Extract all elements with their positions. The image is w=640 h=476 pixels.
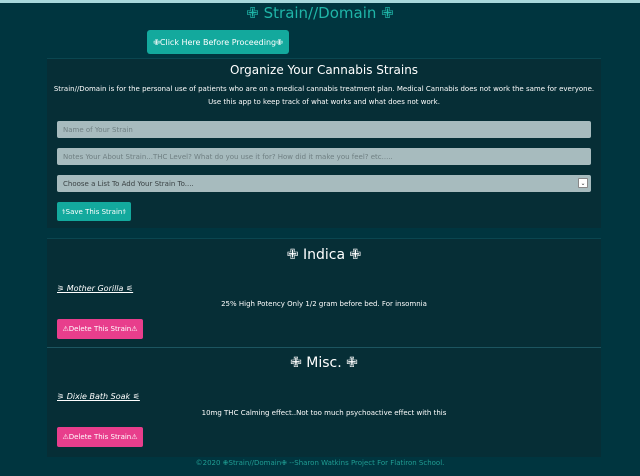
strain-notes-input[interactable]: Notes Your About Strain...THC Level? Wha… — [57, 148, 591, 165]
strain-name-input[interactable]: Name of Your Strain — [57, 121, 591, 138]
chevron-down-icon: ⌄ — [578, 178, 588, 188]
proceed-button[interactable]: ✙Click Here Before Proceeding✙ — [147, 30, 289, 54]
list-card-misc: ✙ Misc. ✙ ⚞ Dixie Bath Soak ⚟ 10mg THC C… — [47, 347, 601, 457]
list-title: ✙ Misc. ✙ — [290, 355, 358, 371]
form-title: Organize Your Cannabis Strains — [229, 63, 419, 77]
strain-notes: 10mg THC Calming effect..Not too much ps… — [201, 409, 447, 417]
delete-strain-button[interactable]: ⚠Delete This Strain⚠ — [57, 427, 143, 447]
app-title: ✙ Strain//Domain ✙ — [246, 4, 394, 22]
list-select[interactable]: Choose a List To Add Your Strain To.... … — [57, 175, 591, 192]
strain-name[interactable]: ⚞ Mother Gorilla ⚟ — [57, 284, 133, 293]
strain-notes: 25% High Potency Only 1/2 gram before be… — [221, 300, 427, 308]
top-accent-bar — [0, 0, 640, 3]
delete-strain-button[interactable]: ⚠Delete This Strain⚠ — [57, 319, 143, 339]
footer-credit: ©2020 ✙Strain//Domain✙ --Sharon Watkins … — [195, 459, 445, 467]
strain-name[interactable]: ⚞ Dixie Bath Soak ⚟ — [57, 392, 140, 401]
list-select-value: Choose a List To Add Your Strain To.... — [63, 179, 194, 188]
strain-form-card: Organize Your Cannabis Strains Strain//D… — [47, 58, 601, 228]
list-title: ✙ Indica ✙ — [286, 247, 362, 263]
intro-text: Strain//Domain is for the personal use o… — [53, 85, 595, 106]
save-strain-button[interactable]: ⚕Save This Strain⚕ — [57, 202, 131, 221]
list-card-indica: ✙ Indica ✙ ⚞ Mother Gorilla ⚟ 25% High P… — [47, 238, 601, 349]
